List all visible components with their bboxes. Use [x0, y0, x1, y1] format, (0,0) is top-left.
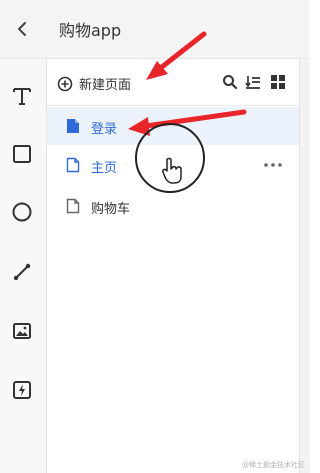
text-tool[interactable] — [9, 83, 35, 109]
lightning-icon — [13, 381, 31, 399]
watermark: @稀土掘金技术社区 — [242, 461, 305, 469]
square-icon — [13, 145, 31, 163]
page-label: 登录 — [91, 122, 118, 137]
app-window: 购物app 新建页面 登录 主页 购物车 @稀土掘金技术社区 — [0, 0, 310, 473]
document-filled-icon — [67, 119, 79, 133]
line-icon — [13, 263, 31, 281]
back-button[interactable] — [12, 18, 34, 40]
search-button[interactable] — [221, 73, 239, 91]
add-page-label: 新建页面 — [79, 78, 132, 93]
page-item-login[interactable]: 登录 — [47, 107, 299, 145]
document-icon — [66, 157, 80, 173]
page-item-home[interactable]: 主页 — [47, 146, 299, 184]
image-tool[interactable] — [9, 318, 35, 344]
chevron-left-icon — [18, 22, 26, 36]
page-item-cart[interactable]: 购物车 — [47, 187, 299, 225]
grid-icon — [271, 75, 285, 89]
page-label: 主页 — [91, 161, 118, 176]
pages-toolbar: 新建页面 — [47, 59, 299, 106]
image-icon — [13, 323, 31, 339]
add-page-button[interactable]: 新建页面 — [57, 74, 131, 93]
line-tool[interactable] — [9, 259, 35, 285]
rectangle-tool[interactable] — [9, 141, 35, 167]
circle-icon — [12, 202, 32, 222]
tool-rail — [0, 59, 47, 473]
canvas-edge — [299, 59, 310, 473]
header-bar: 购物app — [0, 0, 309, 59]
search-icon — [223, 75, 238, 90]
pages-panel: 新建页面 登录 主页 购物车 — [47, 59, 299, 473]
page-label: 购物车 — [91, 202, 131, 217]
text-T-icon — [13, 88, 31, 105]
plus-circle-icon — [57, 76, 73, 91]
document-icon — [66, 198, 80, 214]
grid-view-button[interactable] — [269, 73, 287, 91]
more-options-button[interactable] — [263, 160, 283, 168]
more-dots-icon — [264, 163, 282, 167]
project-title: 购物app — [59, 21, 122, 40]
sort-list-button[interactable] — [244, 73, 262, 91]
sort-list-icon — [245, 76, 260, 89]
circle-tool[interactable] — [9, 199, 35, 225]
flash-tool[interactable] — [9, 377, 35, 403]
